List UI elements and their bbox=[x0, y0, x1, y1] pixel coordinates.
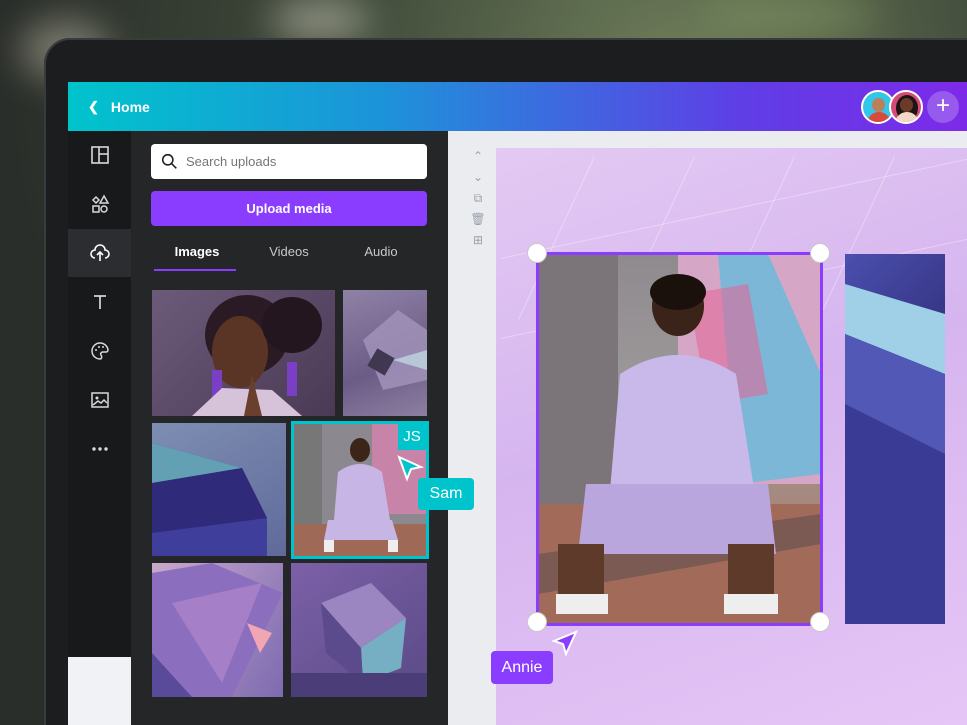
sidebar-item-uploads[interactable] bbox=[68, 229, 131, 277]
photo-icon bbox=[90, 392, 109, 408]
resize-handle[interactable] bbox=[810, 243, 830, 263]
prism-image bbox=[363, 310, 427, 390]
building-photo[interactable] bbox=[845, 254, 945, 624]
page-tools: ⌃ ⌄ ⧉ 🗑 ⊞ bbox=[470, 149, 486, 254]
text-icon bbox=[93, 295, 106, 309]
add-page-icon[interactable]: ⊞ bbox=[470, 233, 486, 254]
tab-videos[interactable]: Videos bbox=[243, 244, 335, 272]
upload-cloud-icon bbox=[89, 244, 110, 261]
search-box[interactable] bbox=[151, 144, 427, 179]
sidebar-item-templates[interactable] bbox=[68, 131, 131, 179]
search-icon bbox=[161, 153, 177, 169]
sidebar-rail bbox=[68, 131, 131, 657]
palette-icon bbox=[90, 342, 109, 360]
duplicate-icon[interactable]: ⧉ bbox=[470, 191, 486, 212]
cube-image bbox=[291, 583, 427, 697]
sidebar-item-styles[interactable] bbox=[68, 327, 131, 375]
layout-icon bbox=[90, 146, 109, 164]
tab-audio[interactable]: Audio bbox=[335, 244, 427, 272]
background-bokeh bbox=[700, 0, 880, 30]
resize-handle[interactable] bbox=[810, 612, 830, 632]
sidebar-item-photos[interactable] bbox=[68, 376, 131, 424]
home-label: Home bbox=[110, 98, 150, 115]
upload-thumbnail-cube[interactable] bbox=[291, 563, 427, 697]
collaborator-avatars: + bbox=[861, 90, 959, 124]
collaborator-label-annie: Annie bbox=[491, 651, 553, 684]
building-image bbox=[152, 443, 267, 556]
chevron-up-icon[interactable]: ⌃ bbox=[470, 149, 486, 170]
upload-thumbnail-portrait[interactable] bbox=[152, 290, 335, 416]
building-image bbox=[845, 284, 945, 624]
search-input[interactable] bbox=[186, 154, 406, 169]
uploads-panel: Upload media Images Videos Audio bbox=[131, 131, 448, 725]
sidebar-item-text[interactable] bbox=[68, 278, 131, 326]
editor-screen: ❮ Home + Search uploads Upload media Ima… bbox=[68, 82, 967, 725]
background-bokeh bbox=[270, 0, 370, 40]
upload-thumbnail-selected[interactable]: JS bbox=[291, 421, 429, 559]
elements-icon bbox=[91, 194, 109, 213]
top-bar: ❮ Home + bbox=[68, 82, 967, 131]
chevron-down-icon[interactable]: ⌄ bbox=[470, 170, 486, 191]
upload-thumbnail-building[interactable] bbox=[152, 423, 286, 556]
avatar[interactable] bbox=[889, 90, 923, 124]
trash-icon[interactable]: 🗑 bbox=[470, 212, 486, 233]
chevron-left-icon: ❮ bbox=[88, 98, 99, 114]
add-collaborator-button[interactable]: + bbox=[927, 91, 959, 123]
cursor-icon bbox=[552, 630, 578, 656]
sidebar-item-elements[interactable] bbox=[68, 180, 131, 228]
portrait-image bbox=[192, 295, 322, 416]
active-tab-indicator bbox=[154, 269, 236, 271]
upload-thumbnail-abstract[interactable] bbox=[152, 563, 283, 697]
selection-frame bbox=[536, 252, 823, 626]
collaborator-initials-badge: JS bbox=[398, 424, 426, 450]
tab-images[interactable]: Images bbox=[151, 244, 243, 272]
collaborator-label-sam: Sam bbox=[418, 478, 474, 510]
resize-handle[interactable] bbox=[527, 243, 547, 263]
upload-media-button[interactable]: Upload media bbox=[151, 191, 427, 226]
sidebar-item-more[interactable] bbox=[68, 425, 131, 473]
upload-thumbnail-prism[interactable] bbox=[343, 290, 427, 416]
abstract-image bbox=[152, 563, 283, 697]
media-tabs: Images Videos Audio bbox=[151, 244, 427, 272]
home-link[interactable]: ❮ Home bbox=[88, 99, 150, 115]
more-icon bbox=[91, 447, 108, 451]
resize-handle[interactable] bbox=[527, 612, 547, 632]
